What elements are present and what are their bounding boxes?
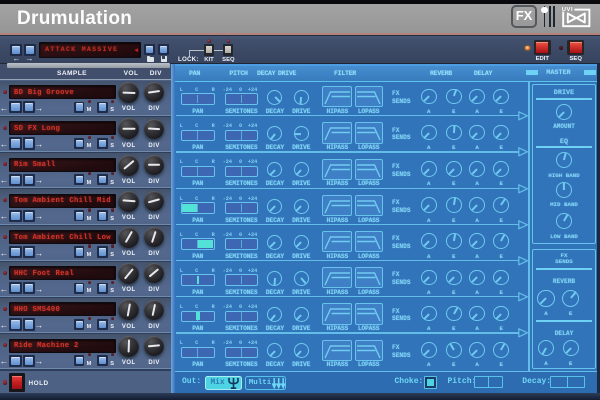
svg-text:UVI: UVI bbox=[562, 7, 573, 13]
